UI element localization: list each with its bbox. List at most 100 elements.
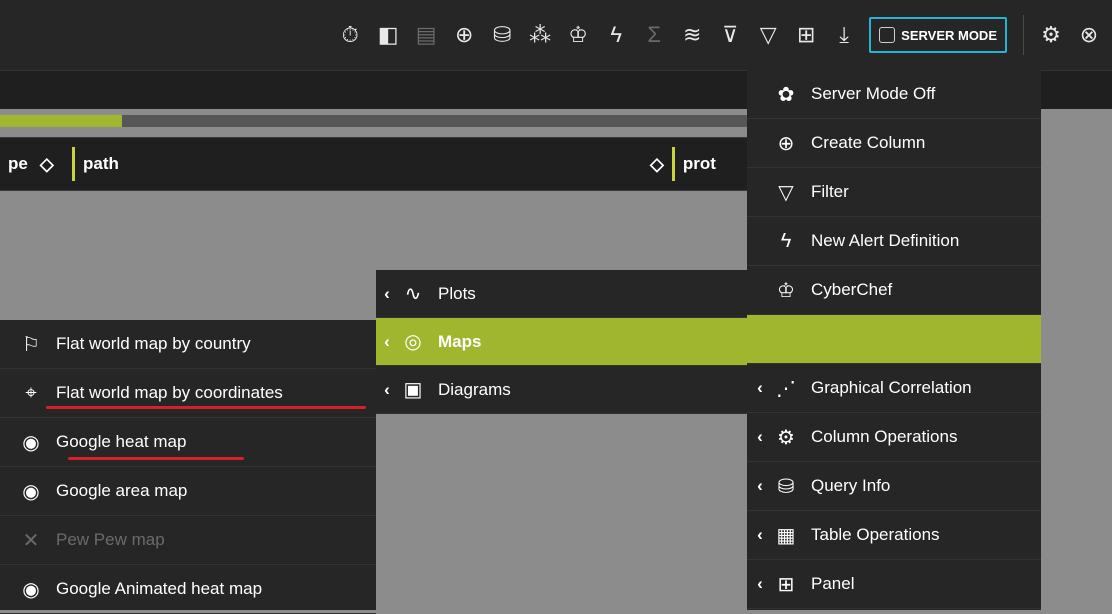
- menu-item-new-alert-definition[interactable]: ϟ New Alert Definition: [747, 217, 1041, 266]
- cyberchef-icon[interactable]: ♔: [559, 15, 597, 55]
- create-column-icon[interactable]: ⊕: [445, 15, 483, 55]
- correlation-icon: ⋰: [776, 377, 796, 400]
- menu-item-label: Create Column: [811, 133, 926, 152]
- animated-heat-map-icon: ◉: [22, 578, 40, 601]
- column-header-prot[interactable]: ◇ prot: [650, 138, 716, 190]
- timer-icon[interactable]: ⏱: [331, 15, 369, 55]
- sort-icon[interactable]: ◇: [650, 154, 664, 175]
- menu-item-filter[interactable]: ▽ Filter: [747, 168, 1041, 217]
- map-item-google-area-map[interactable]: ◉ Google area map: [0, 467, 376, 516]
- create-column-icon: ⊕: [777, 132, 795, 155]
- close-icon[interactable]: ⊗: [1070, 15, 1108, 55]
- charts-submenu: ‹ ∿ Plots ‹ ◎ Maps ‹ ▣ Diagrams: [376, 270, 747, 414]
- menu-item-label: Table Operations: [811, 525, 940, 544]
- menu-item-server-mode-off[interactable]: ✿ Server Mode Off: [747, 70, 1041, 119]
- world-pin-icon: ⌖: [25, 381, 37, 404]
- correlation-icon[interactable]: ⁂: [521, 15, 559, 55]
- alert-icon: ϟ: [780, 229, 792, 252]
- column-header-row: pe ◇ path ◇ prot: [0, 137, 760, 191]
- toolbar-divider: [1023, 15, 1024, 55]
- menu-item-label: Plots: [438, 283, 476, 303]
- toolbar-icons: ⏱ ◧ ▤ ⊕ ⛁ ⁂ ♔ ϟ Σ ≋ ⊽ ▽ ⊞ ⤓ SERVER MODE …: [331, 0, 1112, 70]
- heat-map-icon: ◉: [22, 431, 40, 454]
- stacked-icon[interactable]: ≋: [673, 15, 711, 55]
- menu-item-label: CyberChef: [811, 280, 893, 299]
- menu-item-label: Column Operations: [811, 427, 958, 446]
- server-mode-checkbox[interactable]: [879, 27, 896, 43]
- cyberchef-icon: ♔: [777, 279, 795, 302]
- menu-item-table-operations[interactable]: ‹ ▦ Table Operations: [747, 511, 1041, 560]
- menu-item-label: Flat world map by country: [56, 334, 251, 353]
- menu-item-label: Filter: [811, 182, 849, 201]
- menu-item-cyberchef[interactable]: ♔ CyberChef: [747, 266, 1041, 315]
- column-ops-icon: ⚙: [777, 426, 795, 449]
- server-mode-label: SERVER MODE: [901, 27, 997, 43]
- column-divider: [671, 147, 675, 181]
- menu-item-label: Server Mode Off: [811, 84, 936, 103]
- area-map-icon: ◉: [22, 480, 40, 503]
- menu-item-graphical-correlation[interactable]: ‹ ⋰ Graphical Correlation: [747, 364, 1041, 413]
- top-toolbar: ⏱ ◧ ▤ ⊕ ⛁ ⁂ ♔ ϟ Σ ≋ ⊽ ▽ ⊞ ⤓ SERVER MODE …: [0, 0, 1112, 70]
- server-mode-toggle[interactable]: SERVER MODE: [869, 17, 1007, 53]
- menu-item-label: Panel: [811, 574, 855, 593]
- gear-icon[interactable]: ⚙: [1032, 15, 1070, 55]
- menu-item-label: Charts: [811, 329, 862, 348]
- query-info-icon: ⛁: [777, 475, 795, 498]
- progress-bar: [0, 115, 760, 127]
- column-header-path[interactable]: path: [72, 138, 119, 190]
- column-header-partial[interactable]: pe ◇: [8, 138, 54, 190]
- progress-fill: [0, 115, 122, 127]
- map-item-pew-pew-map: ✕ Pew Pew map: [0, 516, 376, 565]
- map-item-flat-world-map-by-country[interactable]: ⚐ Flat world map by country: [0, 320, 376, 369]
- menu-item-label: Google heat map: [56, 432, 187, 451]
- alert-icon[interactable]: ϟ: [597, 15, 635, 55]
- column-path-label: path: [83, 154, 119, 173]
- menu-item-create-column[interactable]: ⊕ Create Column: [747, 119, 1041, 168]
- submenu-item-plots[interactable]: ‹ ∿ Plots: [376, 270, 747, 318]
- menu-item-label: Diagrams: [438, 379, 511, 399]
- red-underline-coordinates: [46, 406, 366, 409]
- plots-icon: ∿: [404, 283, 422, 305]
- charts-icon: ▂▆: [770, 328, 802, 351]
- column-add-icon[interactable]: ⊞: [787, 15, 825, 55]
- menu-item-charts[interactable]: ‹ ▂▆ Charts: [747, 315, 1041, 364]
- submenu-item-maps[interactable]: ‹ ◎ Maps: [376, 318, 747, 366]
- menu-item-label: New Alert Definition: [811, 231, 960, 250]
- red-underline-heatmap: [68, 457, 244, 460]
- world-flag-icon: ⚐: [22, 333, 40, 356]
- clipboard-icon[interactable]: ▤: [407, 15, 445, 55]
- column-divider: [72, 147, 75, 181]
- diagrams-icon: ▣: [403, 379, 423, 401]
- map-item-google-animated-heat-map[interactable]: ◉ Google Animated heat map: [0, 565, 376, 614]
- menu-item-panel[interactable]: ‹ ⊞ Panel: [747, 560, 1041, 609]
- menu-item-query-info[interactable]: ‹ ⛁ Query Info: [747, 462, 1041, 511]
- column-partial-label: pe: [8, 154, 28, 173]
- sort-icon[interactable]: ◇: [40, 154, 54, 175]
- chevron-left-icon: ‹: [757, 525, 763, 544]
- formula-icon[interactable]: Σ: [635, 15, 673, 55]
- chevron-left-icon: ‹: [757, 574, 763, 593]
- chevron-left-icon: ‹: [384, 331, 390, 351]
- map-item-flat-world-map-by-coordinates[interactable]: ⌖ Flat world map by coordinates: [0, 369, 376, 418]
- chevron-left-icon: ‹: [384, 379, 390, 399]
- menu-item-label: Graphical Correlation: [811, 378, 972, 397]
- menu-item-label: Flat world map by coordinates: [56, 383, 283, 402]
- menu-item-label: Google area map: [56, 481, 188, 500]
- download-icon[interactable]: ⤓: [825, 15, 863, 55]
- menu-item-label: Google Animated heat map: [56, 579, 263, 598]
- context-menu: ✿ Server Mode Off ⊕ Create Column ▽ Filter ϟ Ne…: [747, 70, 1041, 610]
- menu-item-label: Query Info: [811, 476, 891, 495]
- menu-item-column-operations[interactable]: ‹ ⚙ Column Operations: [747, 413, 1041, 462]
- query-info-icon[interactable]: ⛁: [483, 15, 521, 55]
- column-prot-label: prot: [682, 154, 716, 173]
- chevron-left-icon: ‹: [757, 427, 763, 446]
- chevron-left-icon: ‹: [384, 283, 390, 303]
- chevron-left-icon: ‹: [757, 476, 763, 495]
- pew-pew-icon: ✕: [22, 529, 40, 552]
- filter-or-icon[interactable]: ⊽: [711, 15, 749, 55]
- plugin-icon[interactable]: ◧: [369, 15, 407, 55]
- chevron-left-icon: ‹: [757, 378, 763, 397]
- filter-icon[interactable]: ▽: [749, 15, 787, 55]
- submenu-item-diagrams[interactable]: ‹ ▣ Diagrams: [376, 366, 747, 414]
- filter-icon: ▽: [778, 181, 794, 204]
